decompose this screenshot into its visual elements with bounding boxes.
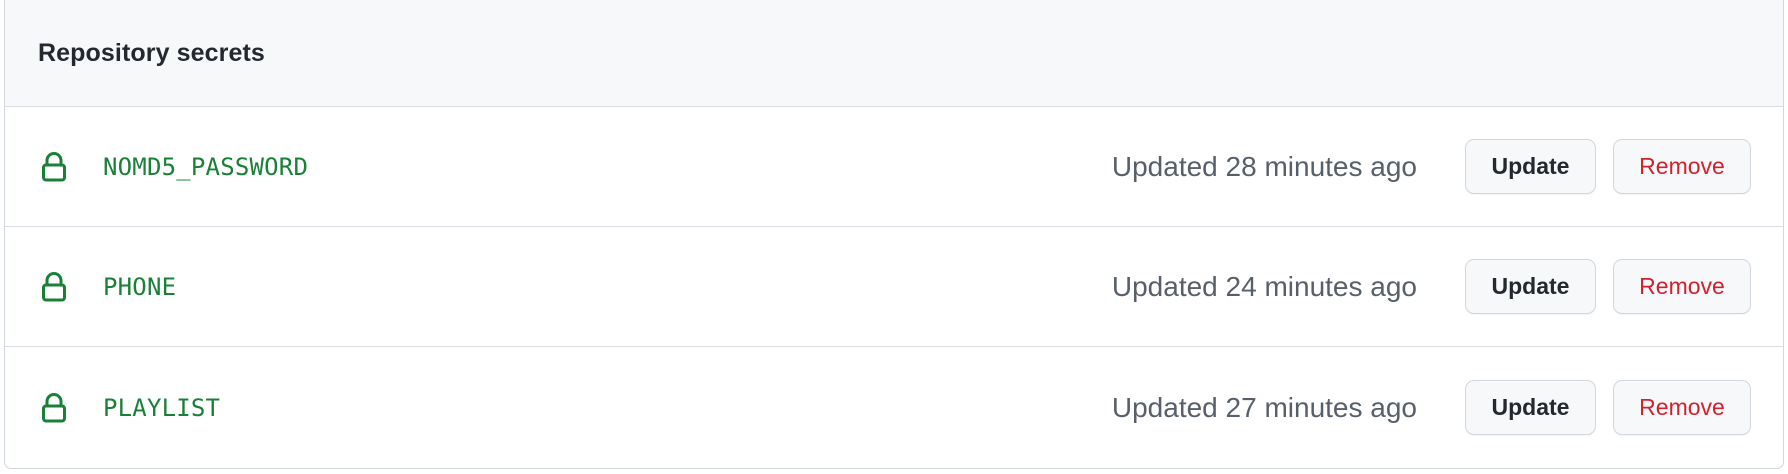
secret-updated-time: Updated 24 minutes ago [1111,270,1417,302]
secret-name: PLAYLIST [103,393,221,422]
update-button[interactable]: Update [1465,259,1596,314]
lock-icon [41,271,67,302]
remove-button[interactable]: Remove [1613,380,1751,435]
remove-button[interactable]: Remove [1613,259,1751,314]
lock-icon [41,392,67,423]
panel-header: Repository secrets [5,0,1783,107]
lock-icon [41,151,67,182]
secret-updated-time: Updated 28 minutes ago [1111,150,1417,182]
panel-title: Repository secrets [38,38,265,67]
secret-updated-time: Updated 27 minutes ago [1111,391,1417,423]
update-button[interactable]: Update [1465,139,1596,194]
repository-secrets-panel: Repository secrets NOMD5_PASSWORD Update… [4,0,1784,469]
secret-name: NOMD5_PASSWORD [103,152,309,181]
update-button[interactable]: Update [1465,380,1596,435]
remove-button[interactable]: Remove [1613,139,1751,194]
secret-row: PLAYLIST Updated 27 minutes ago Update R… [5,347,1783,468]
secret-row: PHONE Updated 24 minutes ago Update Remo… [5,227,1783,347]
secret-name: PHONE [103,272,177,301]
secret-row: NOMD5_PASSWORD Updated 28 minutes ago Up… [5,107,1783,227]
